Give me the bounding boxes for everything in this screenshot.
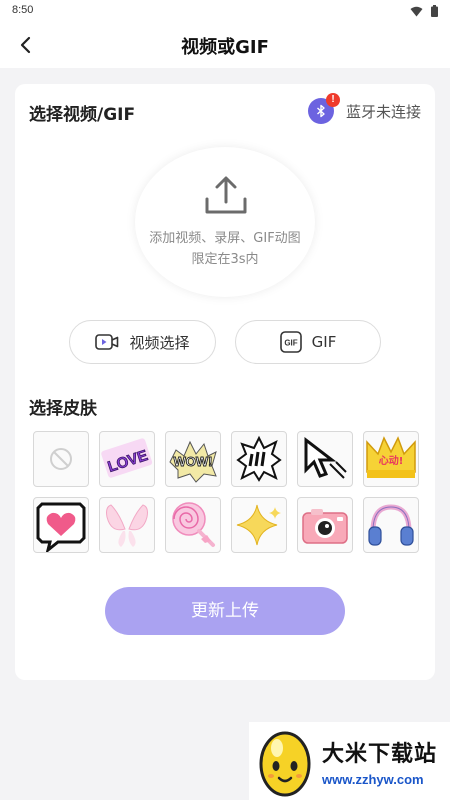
gif-icon-text: GIF <box>284 339 297 348</box>
skin-camera[interactable] <box>297 497 353 553</box>
page-title: 视频或GIF <box>181 37 269 58</box>
gif-select-button[interactable]: GIF GIF <box>235 320 381 364</box>
video-camera-icon <box>95 334 119 350</box>
app-bar: 视频或GIF <box>0 22 450 68</box>
battery-icon <box>431 5 438 17</box>
bluetooth-alert-badge: ! <box>325 93 340 107</box>
skin-wow[interactable]: WOW! <box>165 431 221 487</box>
upload-area[interactable]: 添加视频、录屏、GIF动图 限定在3s内 <box>135 147 315 297</box>
comic-burst-icon <box>236 435 282 482</box>
crown-sticker-icon: 心动! <box>366 436 416 478</box>
watermark-title: 大米下载站 <box>322 742 438 767</box>
wow-text: WOW! <box>174 454 213 469</box>
skin-sparkle[interactable] <box>231 497 287 553</box>
no-skin-icon <box>50 448 72 470</box>
sparkle-star-icon <box>236 504 281 546</box>
crown-text: 心动! <box>379 454 404 467</box>
skin-crown[interactable]: 心动! <box>363 431 419 487</box>
bluetooth-status[interactable]: ! 蓝牙未连接 <box>307 93 421 124</box>
bluetooth-status-text: 蓝牙未连接 <box>345 102 421 121</box>
watermark: 大米下载站 www.zzhyw.com <box>249 722 450 800</box>
pixel-cursor-icon <box>304 436 347 479</box>
skin-burst[interactable] <box>231 431 287 487</box>
select-video-title: 选择视频/GIF <box>29 105 136 125</box>
update-upload-button[interactable]: 更新上传 <box>105 587 345 635</box>
gif-select-label: GIF <box>311 333 337 351</box>
skin-love[interactable]: LOVE <box>99 431 155 487</box>
watermark-url: www.zzhyw.com <box>322 772 424 787</box>
status-icons <box>410 5 438 17</box>
video-select-button[interactable]: 视频选择 <box>69 320 216 364</box>
skin-cursor[interactable] <box>297 431 353 487</box>
angel-wings-icon <box>106 504 148 547</box>
skin-heart-bubble[interactable] <box>33 497 89 553</box>
headphones-icon <box>368 504 414 546</box>
select-skin-title: 选择皮肤 <box>29 399 97 419</box>
skin-headphones[interactable] <box>363 497 419 553</box>
wifi-icon <box>410 6 423 16</box>
pink-camera-icon <box>302 509 348 544</box>
skin-lollipop[interactable] <box>165 497 221 553</box>
egg-logo-icon <box>259 731 311 797</box>
video-select-label: 视频选择 <box>129 333 190 352</box>
love-sticker-icon: LOVE <box>101 438 153 478</box>
skin-none[interactable] <box>33 431 89 487</box>
lollipop-icon <box>172 502 215 547</box>
bluetooth-icon: ! <box>307 93 340 124</box>
pixel-heart-bubble-icon <box>36 502 86 552</box>
gif-file-icon: GIF <box>279 331 302 353</box>
status-bar: 8:50 <box>0 0 450 22</box>
upload-limit-hint: 限定在3s内 <box>191 252 259 267</box>
wow-sticker-icon: WOW! <box>169 440 217 483</box>
upload-hint: 添加视频、录屏、GIF动图 <box>149 231 301 246</box>
main-card: 选择视频/GIF ! 蓝牙未连接 添加视频、录屏、GIF动图 限定在3s内 视频… <box>15 84 435 680</box>
skin-wings[interactable] <box>99 497 155 553</box>
upload-icon <box>205 176 247 214</box>
status-time: 8:50 <box>12 4 34 16</box>
